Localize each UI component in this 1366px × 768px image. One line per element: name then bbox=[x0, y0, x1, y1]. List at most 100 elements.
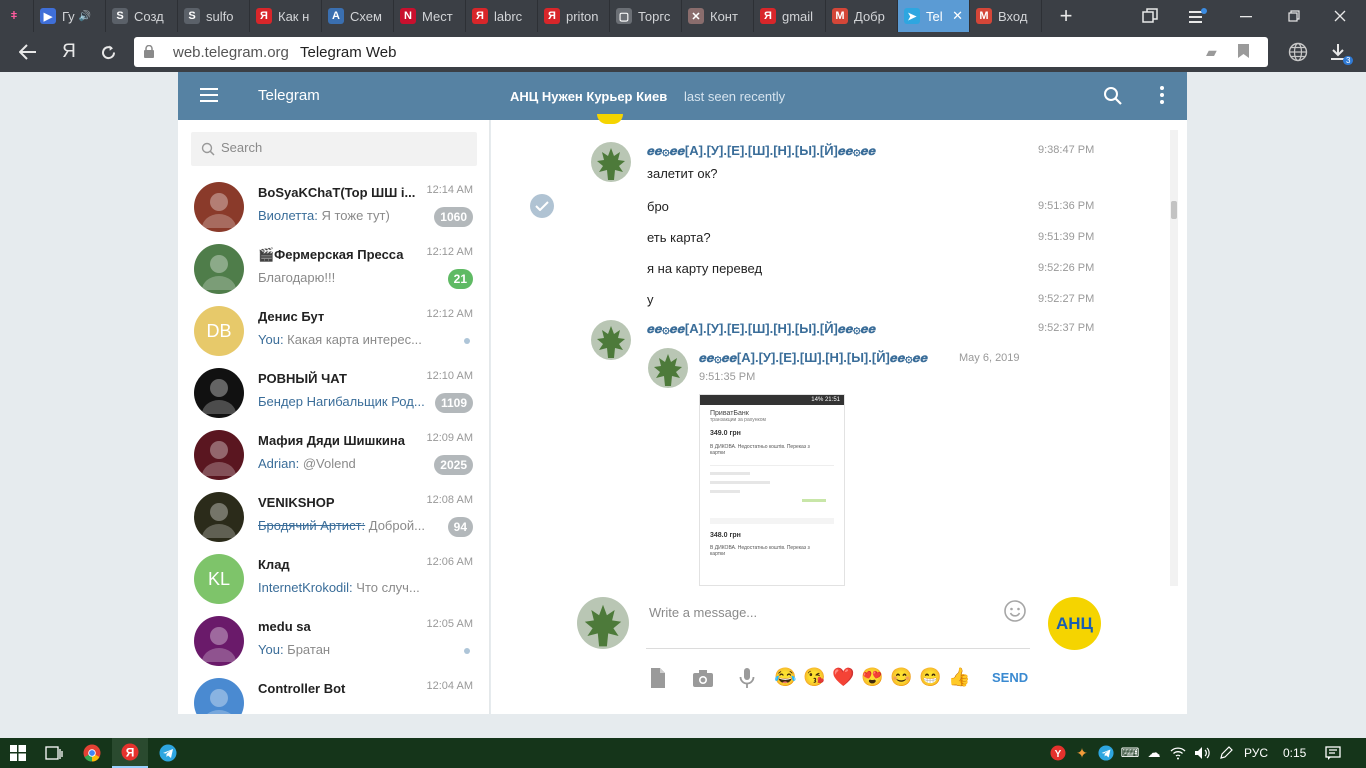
forwarded-date: May 6, 2019 bbox=[959, 352, 1020, 364]
dialog-item[interactable]: РОВНЫЙ ЧАТ 12:10 AM Бендер Нагибальщик Род… bbox=[178, 362, 489, 424]
microphone-icon[interactable] bbox=[735, 666, 759, 690]
yandex-menu-tab[interactable]: ǂ bbox=[0, 0, 34, 32]
tray-telegram-icon[interactable] bbox=[1094, 738, 1118, 768]
dialog-name: 🎬Фермерская Пресса bbox=[258, 247, 404, 262]
reader-icon[interactable]: ▰ bbox=[1206, 44, 1217, 61]
tray-pen-icon[interactable] bbox=[1214, 738, 1238, 768]
hamburger-menu-icon[interactable] bbox=[200, 88, 218, 102]
close-window-icon[interactable] bbox=[1318, 0, 1362, 32]
url-domain: web.telegram.org bbox=[173, 44, 289, 61]
browser-tab[interactable]: M Добр bbox=[826, 0, 898, 32]
yandex-logo-icon[interactable]: Я bbox=[55, 38, 83, 66]
message-author-avatar[interactable] bbox=[591, 142, 631, 182]
search-box[interactable] bbox=[191, 132, 477, 166]
send-button[interactable]: SEND bbox=[992, 670, 1028, 685]
thumbs-up-emoji[interactable]: 👍 bbox=[948, 666, 970, 688]
reload-icon[interactable] bbox=[94, 38, 122, 66]
bookmark-icon[interactable] bbox=[1238, 44, 1249, 61]
minimize-icon[interactable] bbox=[1224, 0, 1268, 32]
dialog-item[interactable]: Мафия Дяди Шишкина 12:09 AM Adrian: @Volen… bbox=[178, 424, 489, 486]
unread-badge: 2025 bbox=[434, 455, 473, 475]
chat-scrollbar[interactable] bbox=[1170, 130, 1178, 586]
heart-eyes-emoji[interactable]: 😍 bbox=[861, 666, 883, 688]
url-field[interactable]: web.telegram.org Telegram Web ▰ bbox=[134, 37, 1268, 67]
new-tab-button[interactable]: + bbox=[1044, 0, 1088, 32]
search-icon[interactable] bbox=[1103, 86, 1123, 106]
menu-with-notification-icon[interactable] bbox=[1176, 0, 1220, 32]
back-arrow-icon[interactable] bbox=[14, 38, 42, 66]
browser-tab[interactable]: Яlabrc bbox=[466, 0, 538, 32]
browser-tab[interactable]: Ssulfo bbox=[178, 0, 250, 32]
attach-file-icon[interactable] bbox=[646, 666, 670, 690]
dialog-item[interactable]: 🎬Фермерская Пресса 12:12 AM Благодарю!!! 21 bbox=[178, 238, 489, 300]
dialog-item[interactable]: Controller Bot 12:04 AM bbox=[178, 672, 489, 714]
action-center-icon[interactable] bbox=[1318, 738, 1348, 768]
tray-app-icon[interactable]: ✦ bbox=[1070, 738, 1094, 768]
search-input[interactable] bbox=[221, 140, 461, 155]
browser-tab[interactable]: ▶ Гу 🔊 bbox=[34, 0, 106, 32]
message-author[interactable]: 𝒆𝒆۞𝒆𝒆[А].[У].[Е].[Ш].[Н].[Ы].[Й]𝒆𝒆۞𝒆𝒆 bbox=[647, 143, 876, 159]
message-author[interactable]: 𝒆𝒆۞𝒆𝒆[А].[У].[Е].[Ш].[Н].[Ы].[Й]𝒆𝒆۞𝒆𝒆 bbox=[647, 321, 876, 337]
globe-icon[interactable] bbox=[1284, 38, 1312, 66]
grin-emoji[interactable]: 😁 bbox=[919, 666, 941, 688]
tab-title: Как н bbox=[278, 8, 310, 24]
tray-yandex-icon[interactable]: Y bbox=[1046, 738, 1070, 768]
message-text: бро bbox=[647, 199, 669, 214]
browser-tab[interactable]: M Вход bbox=[970, 0, 1042, 32]
heart-emoji[interactable]: ❤️ bbox=[832, 666, 854, 688]
task-view-icon[interactable] bbox=[36, 738, 72, 768]
chrome-icon[interactable] bbox=[74, 738, 110, 768]
cloud-sync-icon[interactable]: ☁ bbox=[1142, 738, 1166, 768]
keyboard-language[interactable]: РУС bbox=[1244, 746, 1268, 760]
dialog-item[interactable]: DB Денис Бут 12:12 AM You: Какая карта инте… bbox=[178, 300, 489, 362]
message-time: 9:52:27 PM bbox=[1038, 293, 1095, 305]
emoji-picker-icon[interactable] bbox=[1003, 599, 1027, 623]
clock-time[interactable]: 0:15 bbox=[1283, 746, 1306, 760]
kiss-emoji[interactable]: 😘 bbox=[803, 666, 825, 688]
tabs-panel-icon[interactable] bbox=[1128, 0, 1172, 32]
chat-area: 𝒆𝒆۞𝒆𝒆[А].[У].[Е].[Ш].[Н].[Ы].[Й]𝒆𝒆۞𝒆𝒆 9:… bbox=[491, 114, 1187, 714]
peer-name[interactable]: АНЦ Нужен Курьер Киев bbox=[510, 89, 667, 104]
dialog-item[interactable]: medu sa 12:05 AM You: Братан bbox=[178, 610, 489, 672]
photo-attachment[interactable]: 14% 21:51 ПриватБанк транзакции за рахун… bbox=[699, 394, 845, 586]
yandex-browser-icon[interactable]: Я bbox=[112, 738, 148, 768]
browser-tab[interactable]: Яpriton bbox=[538, 0, 610, 32]
close-tab-icon[interactable]: ✕ bbox=[952, 8, 963, 24]
browser-tab[interactable]: Я Как н bbox=[250, 0, 322, 32]
speaker-icon[interactable]: 🔊 bbox=[79, 11, 91, 22]
message-input[interactable] bbox=[649, 598, 1029, 626]
windows-start-icon[interactable] bbox=[0, 738, 36, 768]
tab-title: Схем bbox=[350, 8, 382, 24]
restore-icon[interactable] bbox=[1272, 0, 1316, 32]
telegram-icon[interactable] bbox=[150, 738, 186, 768]
message-author-avatar[interactable] bbox=[591, 320, 631, 360]
smile-emoji[interactable]: 😊 bbox=[890, 666, 912, 688]
input-method-icon[interactable]: ⌨ bbox=[1118, 738, 1142, 768]
dialog-item[interactable]: KL Клад 12:06 AM InternetKrokodil: Что случ… bbox=[178, 548, 489, 610]
wifi-icon[interactable] bbox=[1166, 738, 1190, 768]
browser-tab[interactable]: ➤ Tel ✕ bbox=[898, 0, 970, 32]
browser-tab[interactable]: ▢ Торгс bbox=[610, 0, 682, 32]
browser-tab[interactable]: ✕ Конт bbox=[682, 0, 754, 32]
yandex-menu-icon: ǂ bbox=[10, 10, 18, 22]
dialog-item[interactable]: BoSyaKChaT(Top ШШ i... 12:14 AM Виолетта: … bbox=[178, 176, 489, 238]
dialog-preview: You: Какая карта интерес... bbox=[258, 332, 426, 347]
forwarded-author-avatar[interactable] bbox=[648, 348, 688, 388]
message-time: 9:51:36 PM bbox=[1038, 200, 1095, 212]
more-options-icon[interactable] bbox=[1160, 86, 1166, 106]
scrollbar-thumb[interactable] bbox=[1171, 201, 1177, 219]
tears-of-joy-emoji[interactable]: 😂 bbox=[774, 666, 796, 688]
browser-tab[interactable]: A Схем bbox=[322, 0, 394, 32]
my-avatar[interactable] bbox=[577, 597, 629, 649]
dialog-item[interactable]: VENIKSHOP 12:08 AM Бродячий Артист: Доброй… bbox=[178, 486, 489, 548]
dialog-preview-text: @Volend bbox=[299, 456, 356, 471]
camera-icon[interactable] bbox=[691, 666, 715, 690]
browser-tab[interactable]: N Мест bbox=[394, 0, 466, 32]
tab-title: gmail bbox=[782, 8, 814, 24]
selected-check-icon[interactable] bbox=[530, 194, 554, 218]
forwarded-author[interactable]: 𝒆𝒆۞𝒆𝒆[А].[У].[Е].[Ш].[Н].[Ы].[Й]𝒆𝒆۞𝒆𝒆 bbox=[699, 350, 928, 366]
browser-tab[interactable]: S Созд bbox=[106, 0, 178, 32]
peer-avatar[interactable]: АНЦ bbox=[1048, 597, 1101, 650]
browser-tab[interactable]: Яgmail bbox=[754, 0, 826, 32]
volume-icon[interactable] bbox=[1190, 738, 1214, 768]
